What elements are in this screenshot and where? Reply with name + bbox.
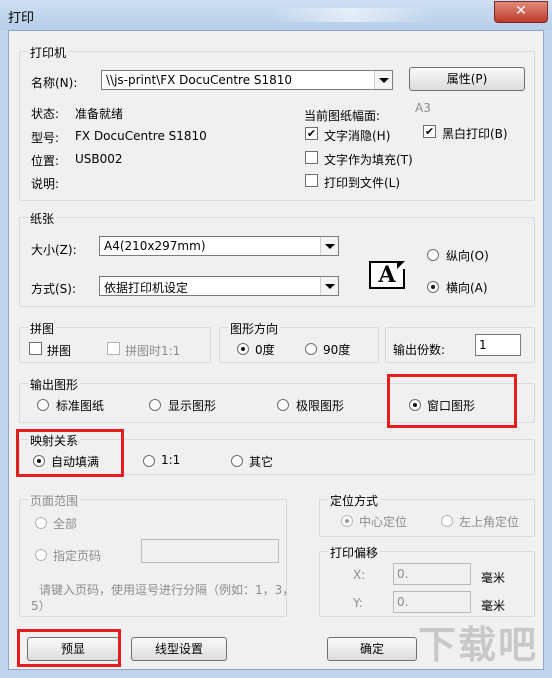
- page-range-hint-1: 请键入页码，使用逗号进行分隔（例如：1，3，: [39, 583, 295, 597]
- offset-x-unit: 毫米: [481, 571, 506, 585]
- window-title: 打印: [8, 11, 35, 26]
- paper-method-label: 方式(S):: [31, 282, 77, 296]
- close-button[interactable]: ✕: [494, 1, 548, 23]
- orientation-0-label: 0度: [255, 343, 275, 357]
- paper-group-title: 纸张: [28, 210, 57, 227]
- page-range-input[interactable]: [141, 539, 279, 563]
- paper-size-combo[interactable]: A4(210x297mm): [99, 236, 339, 256]
- mapping-other-radio[interactable]: [231, 455, 243, 467]
- position-center-label: 中心定位: [359, 515, 408, 529]
- printer-name-value: \\js-print\FX DocuCentre S1810: [106, 73, 293, 87]
- print-to-file-checkbox[interactable]: [305, 174, 318, 187]
- text-hide-checkbox[interactable]: ✔: [305, 127, 318, 140]
- chevron-down-icon[interactable]: [374, 71, 392, 89]
- orientation-0-radio[interactable]: [237, 343, 249, 355]
- orientation-90-label: 90度: [323, 343, 351, 357]
- page-range-specify-radio[interactable]: [35, 549, 47, 561]
- type-value: FX DocuCentre S1810: [75, 129, 207, 143]
- copies-value: 1: [479, 338, 487, 352]
- offset-x-label: X:: [353, 568, 366, 582]
- watermark: 下载吧: [418, 623, 539, 667]
- linetype-settings-button[interactable]: 线型设置: [131, 637, 227, 661]
- offset-y-unit: 毫米: [481, 599, 506, 613]
- offset-y-label: Y:: [353, 596, 363, 610]
- status-label: 状态:: [31, 107, 60, 121]
- print-to-file-label: 打印到文件(L): [324, 176, 401, 190]
- offset-y-input[interactable]: 0.: [393, 591, 471, 613]
- tile-checkbox[interactable]: [29, 342, 42, 355]
- position-mode-title: 定位方式: [328, 492, 381, 509]
- type-label: 型号:: [31, 131, 60, 145]
- close-icon: ✕: [515, 3, 527, 19]
- page-range-specify-label: 指定页码: [53, 549, 102, 563]
- offset-y-value: 0.: [397, 595, 409, 609]
- printer-name-label: 名称(N):: [31, 76, 78, 90]
- copies-input[interactable]: 1: [475, 334, 521, 356]
- paper-method-combo[interactable]: 依据打印机设定: [99, 276, 339, 296]
- text-hide-label: 文字消隐(H): [324, 129, 391, 143]
- paper-method-value: 依据打印机设定: [104, 281, 189, 295]
- landscape-radio[interactable]: [427, 281, 439, 293]
- copies-label: 输出份数:: [393, 343, 446, 357]
- graphic-orientation-title: 图形方向: [228, 320, 281, 337]
- output-display-label: 显示图形: [168, 399, 217, 413]
- tile-label: 拼图: [47, 344, 72, 358]
- output-graphic-title: 输出图形: [28, 376, 81, 393]
- bw-print-checkbox[interactable]: ✔: [423, 125, 436, 138]
- tile-group-title: 拼图: [28, 320, 57, 337]
- highlight-autofit-mapping: [16, 429, 124, 477]
- portrait-label: 纵向(O): [446, 249, 489, 263]
- output-display-radio[interactable]: [149, 399, 161, 411]
- print-dialog: 打印 ✕ 打印机 名称(N): \\js-print\FX DocuCentre…: [0, 0, 552, 678]
- offset-x-value: 0.: [397, 567, 409, 581]
- tile-1to1-label: 拼图时1:1: [125, 344, 181, 358]
- current-paper-size-value: A3: [415, 101, 431, 115]
- paper-size-value: A4(210x297mm): [104, 239, 206, 253]
- bw-print-label: 黑白打印(B): [442, 127, 508, 141]
- output-extents-label: 极限图形: [296, 399, 345, 413]
- printer-name-combo[interactable]: \\js-print\FX DocuCentre S1810: [101, 70, 393, 90]
- text-fill-checkbox[interactable]: [305, 151, 318, 164]
- location-value: USB002: [75, 152, 123, 166]
- orientation-90-radio[interactable]: [305, 343, 317, 355]
- output-extents-radio[interactable]: [277, 399, 289, 411]
- current-paper-size-label: 当前图纸幅面:: [304, 109, 381, 123]
- properties-button[interactable]: 属性(P): [409, 67, 525, 91]
- printer-group-title: 打印机: [28, 44, 69, 61]
- chevron-down-icon[interactable]: [320, 237, 338, 255]
- paper-orientation-preview-icon: A: [369, 261, 405, 289]
- page-range-all-radio[interactable]: [35, 517, 47, 529]
- dialog-client: 打印机 名称(N): \\js-print\FX DocuCentre S181…: [8, 30, 544, 670]
- position-center-radio[interactable]: [341, 515, 353, 527]
- text-fill-label: 文字作为填充(T): [324, 153, 413, 167]
- portrait-radio[interactable]: [427, 249, 439, 261]
- highlight-window-output: [387, 374, 517, 428]
- mapping-1to1-radio[interactable]: [143, 455, 155, 467]
- status-value: 准备就绪: [75, 107, 124, 121]
- title-bar[interactable]: 打印 ✕: [0, 0, 552, 30]
- offset-x-input[interactable]: 0.: [393, 563, 471, 585]
- background-window-ghost: [270, 8, 430, 22]
- print-offset-title: 打印偏移: [328, 544, 381, 561]
- position-topleft-label: 左上角定位: [459, 515, 520, 529]
- location-label: 位置:: [31, 154, 60, 168]
- output-standard-radio[interactable]: [37, 399, 49, 411]
- comment-label: 说明:: [31, 177, 60, 191]
- tile-1to1-checkbox[interactable]: [107, 342, 120, 355]
- page-range-all-label: 全部: [53, 517, 78, 531]
- highlight-preview-button: [17, 629, 121, 667]
- paper-size-label: 大小(Z):: [31, 243, 77, 257]
- mapping-1to1-label: 1:1: [161, 453, 181, 467]
- output-standard-label: 标准图纸: [56, 399, 105, 413]
- landscape-label: 横向(A): [446, 281, 488, 295]
- ok-button[interactable]: 确定: [327, 637, 417, 661]
- position-topleft-radio[interactable]: [441, 515, 453, 527]
- chevron-down-icon[interactable]: [320, 277, 338, 295]
- page-range-title: 页面范围: [28, 492, 81, 509]
- mapping-other-label: 其它: [249, 455, 274, 469]
- page-range-hint-2: 5）: [31, 599, 51, 613]
